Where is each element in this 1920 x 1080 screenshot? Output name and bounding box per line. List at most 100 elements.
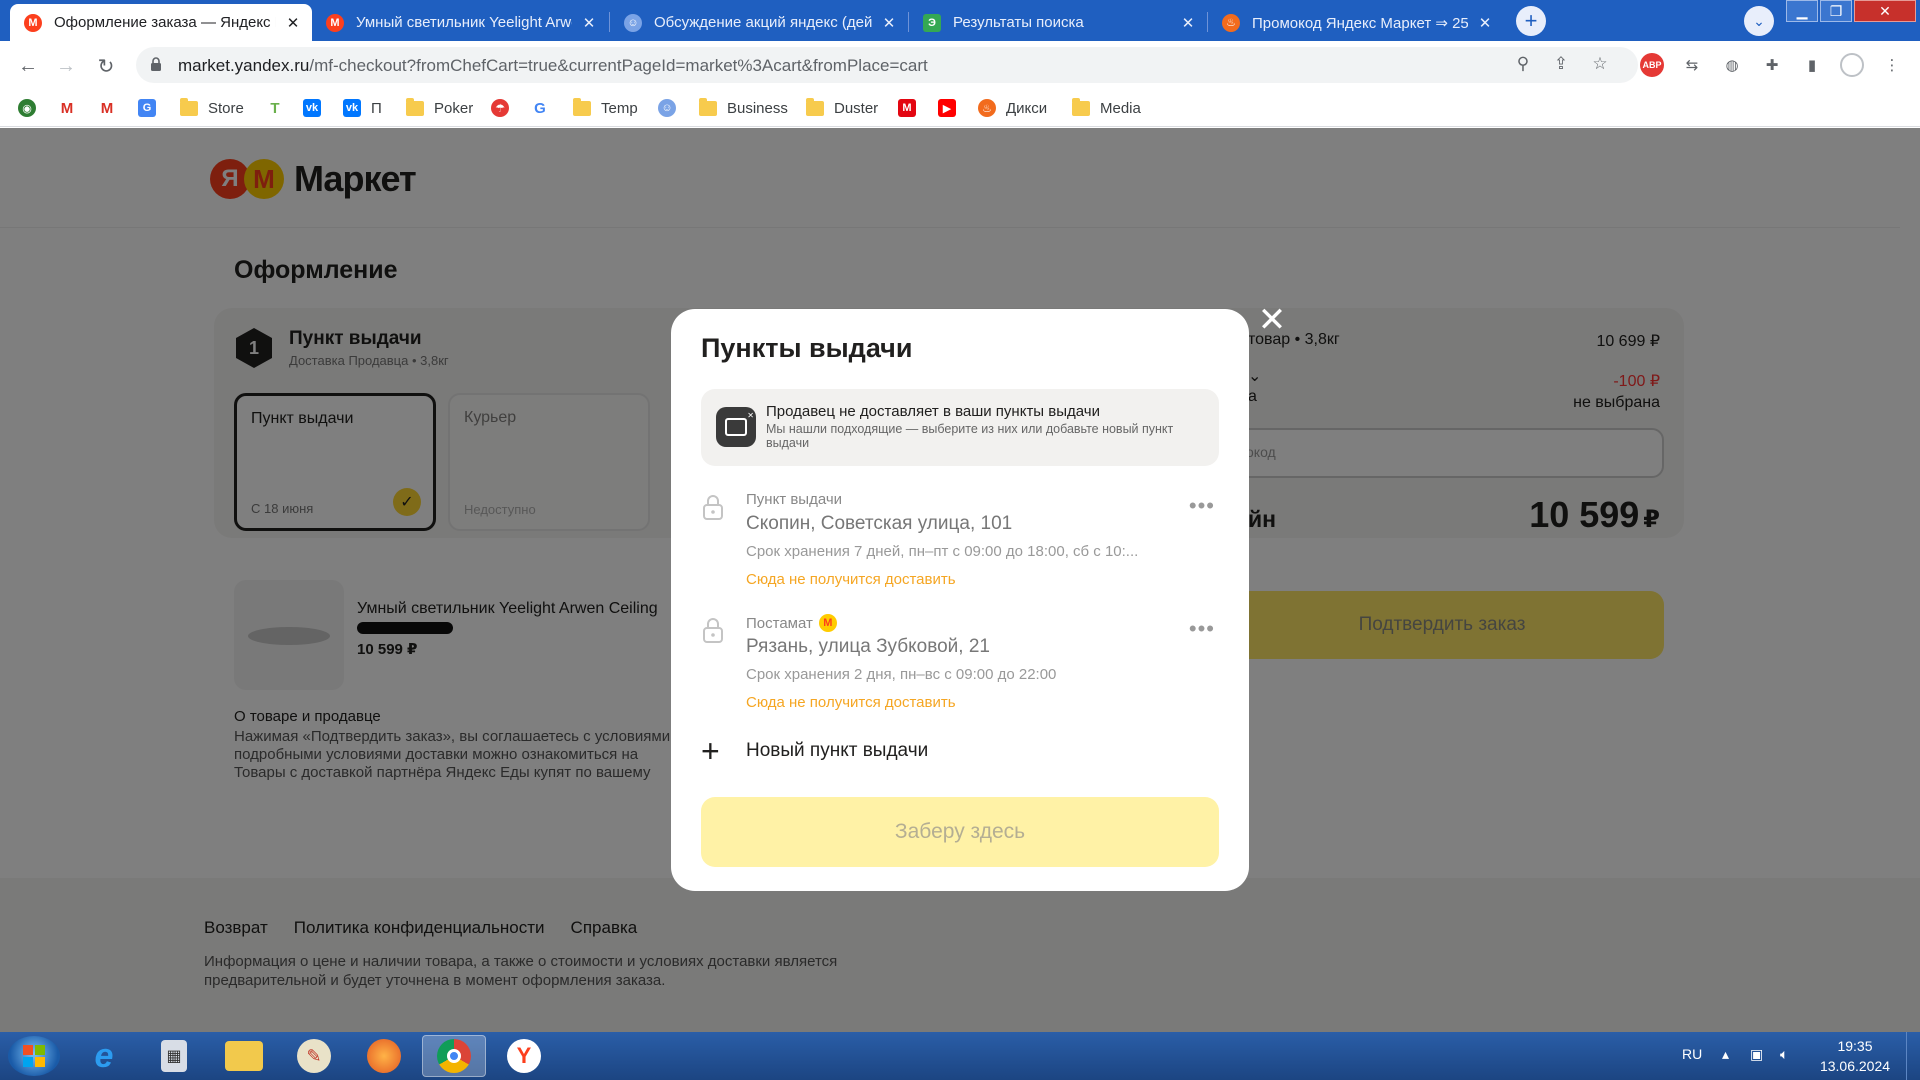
adblock-extension-icon[interactable]: ABP xyxy=(1640,53,1664,77)
point-address: Рязань, улица Зубковой, 21 xyxy=(746,636,990,657)
taskbar-explorer[interactable] xyxy=(212,1035,276,1077)
new-tab-plus-icon[interactable]: + xyxy=(1516,6,1546,36)
bookmark-google[interactable]: G xyxy=(531,97,559,119)
bookmark-gmail-2[interactable]: M xyxy=(98,97,126,119)
bookmarks-bar: ◉ M M G Store T vk vk П Poker ☂ G Temp ☺ … xyxy=(0,89,1920,127)
taskbar-paint[interactable]: ✎ xyxy=(282,1035,346,1077)
bookmark-label: Дикси xyxy=(1006,99,1048,117)
bookmark-folder-duster[interactable]: Duster xyxy=(806,97,878,119)
bookmark-folder-temp[interactable]: Temp xyxy=(573,97,638,119)
tab-close-icon[interactable]: ✕ xyxy=(1476,14,1494,32)
modal-close-icon[interactable]: ✕ xyxy=(1257,303,1287,337)
tab-promocode[interactable]: ♨ Промокод Яндекс Маркет ⇒ 25% ✕ xyxy=(1208,4,1504,41)
address-bar[interactable]: market.yandex.ru/mf-checkout?fromChefCar… xyxy=(136,47,1638,83)
show-desktop-button[interactable] xyxy=(1906,1032,1920,1080)
bookmark-mts[interactable]: М xyxy=(898,97,926,119)
taskbar-ie[interactable]: e xyxy=(72,1035,136,1077)
add-pickup-point-button[interactable]: + Новый пункт выдачи xyxy=(701,733,929,769)
tab-product[interactable]: М Умный светильник Yeelight Arwen Ceilin… xyxy=(312,4,608,41)
taskbar-chrome[interactable] xyxy=(422,1035,486,1077)
bookmark-folder-poker[interactable]: Poker xyxy=(406,97,473,119)
tab-close-icon[interactable]: ✕ xyxy=(880,14,898,32)
browser-toolbar: ← → ↻ market.yandex.ru/mf-checkout?fromC… xyxy=(0,41,1920,89)
browser-menu-icon[interactable]: ⋮ xyxy=(1880,53,1904,77)
search-favicon-icon: Э xyxy=(923,13,941,32)
plus-icon: + xyxy=(701,733,720,769)
point-type: Постамат М xyxy=(746,614,837,632)
profile-avatar-icon[interactable] xyxy=(1840,53,1864,77)
bookmark-youtube[interactable]: ▶ xyxy=(938,97,966,119)
bookmark-vk-p[interactable]: vk П xyxy=(343,97,382,119)
taskbar-firefox[interactable] xyxy=(352,1035,416,1077)
box-cross-icon xyxy=(716,407,756,447)
bookmark-globe[interactable]: ◉ xyxy=(18,97,46,119)
bookmark-label: Business xyxy=(727,99,788,117)
pick-up-here-button[interactable]: Заберу здесь xyxy=(701,797,1219,867)
bookmark-forum[interactable]: ☺ xyxy=(658,97,686,119)
vk-icon: vk xyxy=(303,99,321,117)
modal-title: Пункты выдачи xyxy=(701,333,913,363)
bookmark-translate[interactable]: G xyxy=(138,97,166,119)
back-arrow-icon[interactable]: ← xyxy=(14,52,42,80)
taskbar-calculator[interactable]: ▦ xyxy=(142,1035,206,1077)
extension-arrows-icon[interactable]: ⇆ xyxy=(1680,53,1704,77)
more-dots-icon[interactable]: ••• xyxy=(1189,616,1215,642)
point-hours: Срок хранения 7 дней, пн–пт с 09:00 до 1… xyxy=(746,543,1139,560)
input-language[interactable]: RU xyxy=(1682,1046,1702,1062)
tab-title: Оформление заказа — Яндекс Маркет xyxy=(54,14,276,31)
bookmark-umbrella[interactable]: ☂ xyxy=(491,97,519,119)
chrome-icon xyxy=(437,1039,471,1073)
pickup-point-item[interactable]: Постамат М Рязань, улица Зубковой, 21 Сро… xyxy=(701,614,1219,724)
bookmark-folder-business[interactable]: Business xyxy=(699,97,788,119)
yandex-market-favicon-icon: М xyxy=(24,13,42,32)
share-icon[interactable]: ⇪ xyxy=(1550,54,1572,76)
tab-search-results[interactable]: Э Результаты поиска ✕ xyxy=(909,4,1207,41)
url-text[interactable]: market.yandex.ru/mf-checkout?fromChefCar… xyxy=(178,56,928,76)
tab-title: Промокод Яндекс Маркет ⇒ 25% xyxy=(1252,14,1468,32)
tab-close-icon[interactable]: ✕ xyxy=(580,14,598,32)
folder-icon xyxy=(406,97,424,116)
reload-icon[interactable]: ↻ xyxy=(92,52,120,80)
folder-icon xyxy=(806,97,824,116)
firefox-icon xyxy=(367,1039,401,1073)
bookmark-vk-1[interactable]: vk xyxy=(303,97,331,119)
pickup-point-item[interactable]: Пункт выдачи Скопин, Советская улица, 10… xyxy=(701,491,1219,601)
vpn-globe-icon[interactable]: ◍ xyxy=(1720,53,1744,77)
bookmark-label: Temp xyxy=(601,99,638,117)
extensions-puzzle-icon[interactable]: ✚ xyxy=(1760,53,1784,77)
tray-arrow-up-icon[interactable]: ▴ xyxy=(1722,1046,1729,1063)
system-clock[interactable]: 19:35 13.06.2024 xyxy=(1810,1036,1900,1076)
forward-arrow-icon[interactable]: → xyxy=(52,52,80,80)
tab-search-chevron-icon[interactable]: ⌄ xyxy=(1744,6,1774,36)
window-minimize-icon[interactable]: ▁ xyxy=(1786,0,1818,22)
bookmark-label: П xyxy=(371,99,382,117)
taskbar-yandex-browser[interactable]: Y xyxy=(492,1035,556,1077)
point-type: Пункт выдачи xyxy=(746,491,842,508)
bookmark-folder-store[interactable]: Store xyxy=(180,97,244,119)
tab-close-icon[interactable]: ✕ xyxy=(284,14,302,32)
tab-promo-discussion[interactable]: ☺ Обсуждение акций яндекс (действующие) … xyxy=(610,4,908,41)
window-close-icon[interactable]: ✕ xyxy=(1854,0,1916,22)
tab-close-icon[interactable]: ✕ xyxy=(1179,14,1197,32)
tab-checkout[interactable]: М Оформление заказа — Яндекс Маркет ✕ xyxy=(10,4,312,41)
add-pickup-point-label: Новый пункт выдачи xyxy=(746,740,929,761)
point-warning: Сюда не получится доставить xyxy=(746,571,956,588)
bookmark-tender[interactable]: T xyxy=(266,97,294,119)
point-address: Скопин, Советская улица, 101 xyxy=(746,513,1013,534)
lock-icon xyxy=(703,618,723,643)
tab-title: Результаты поиска xyxy=(953,14,1084,31)
side-panel-icon[interactable]: ▮ xyxy=(1800,53,1824,77)
volume-icon[interactable]: 🔈︎ xyxy=(1780,1046,1788,1063)
network-icon[interactable]: ▣ xyxy=(1750,1046,1763,1063)
calculator-icon: ▦ xyxy=(161,1040,187,1072)
bookmark-dixy[interactable]: ♨ Дикси xyxy=(978,97,1047,119)
more-dots-icon[interactable]: ••• xyxy=(1189,493,1215,519)
bookmark-gmail-1[interactable]: M xyxy=(58,97,86,119)
location-pin-icon[interactable]: ⚲ xyxy=(1512,54,1534,76)
start-button[interactable] xyxy=(8,1036,60,1076)
point-hours: Срок хранения 2 дня, пн–вс с 09:00 до 22… xyxy=(746,666,1057,683)
bookmark-star-icon[interactable]: ☆ xyxy=(1589,54,1611,76)
window-maximize-icon[interactable]: ❐ xyxy=(1820,0,1852,22)
bookmark-folder-media[interactable]: Media xyxy=(1072,97,1141,119)
internet-explorer-icon: e xyxy=(94,1036,114,1075)
